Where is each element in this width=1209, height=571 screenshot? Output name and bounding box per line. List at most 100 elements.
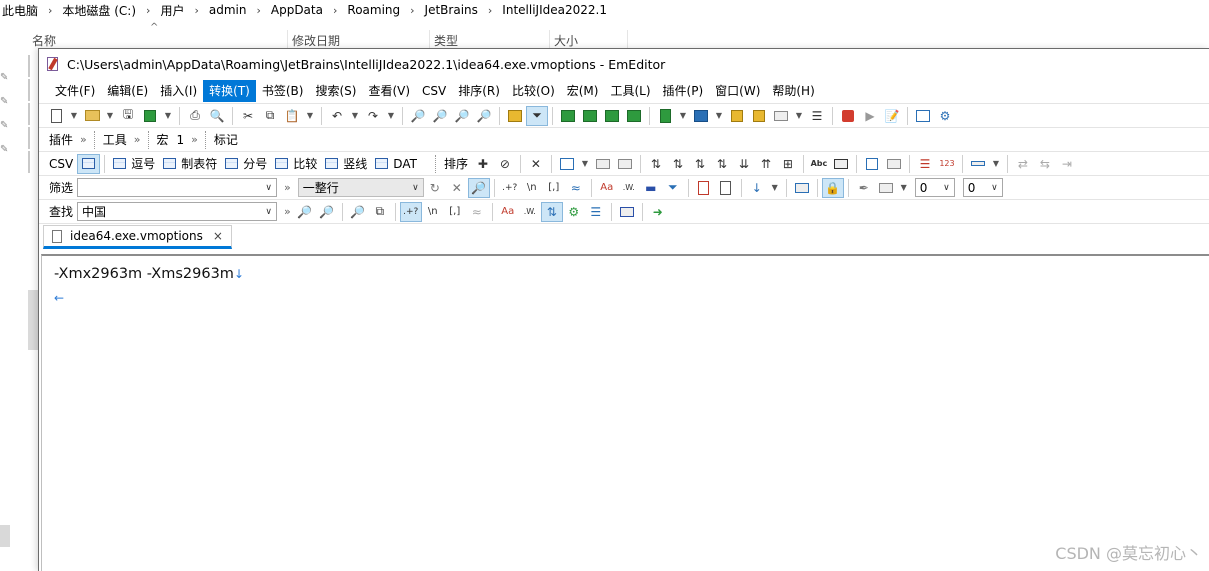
whole-word-toggle[interactable]: .W. [519,202,541,222]
regex-toggle[interactable]: .+? [499,178,521,198]
filter-icon[interactable]: ⏷ [526,105,548,126]
pin-icon[interactable]: ✎ [0,120,12,144]
notepad-icon[interactable]: 📝 [881,106,903,126]
print-preview-icon[interactable]: 🔍 [206,106,228,126]
semicolon-button[interactable]: 分号 [221,154,271,174]
close-icon[interactable]: × [213,229,223,243]
menu-csv[interactable]: CSV [416,80,452,102]
text-editor[interactable]: -Xmx2963m -Xms2963m↓ ← CSDN @莫忘初心丶 [41,254,1209,571]
pipe-button[interactable]: 竖线 [321,154,371,174]
editor-line[interactable]: -Xmx2963m -Xms2963m↓ [42,262,1209,286]
chevron-down-icon[interactable]: ▼ [303,106,317,126]
pin-icon[interactable]: ✎ [0,96,12,120]
find-next-icon[interactable]: 🔎 [294,202,316,222]
chevron-down-icon[interactable]: ▼ [768,178,782,198]
macros-label[interactable]: 宏 [153,130,173,150]
menu-file[interactable]: 文件(F) [49,80,101,102]
spell-check-icon[interactable]: Abc [808,154,830,174]
stop-icon[interactable] [837,106,859,126]
open-folder-icon[interactable] [81,106,103,126]
document-tab[interactable]: idea64.exe.vmoptions × [43,225,232,249]
checklist-icon[interactable] [770,106,792,126]
csv-grid-button[interactable] [77,153,101,174]
save-icon[interactable]: 🖫 [117,106,139,126]
merge-icon[interactable]: ⇥ [1056,154,1078,174]
menu-macros[interactable]: 宏(M) [561,80,605,102]
undo-icon[interactable]: ↶ [326,106,348,126]
sort-az-icon[interactable]: ⇅ [645,154,667,174]
sort-length-desc-icon[interactable]: ⇈ [755,154,777,174]
doc-icon[interactable] [715,178,737,198]
fuzzy-icon[interactable]: ≈ [565,178,587,198]
column-view-icon[interactable] [861,154,883,174]
chevron-right-icon[interactable]: » [281,181,294,194]
scroll-thumb[interactable] [0,525,10,547]
breadcrumb-item[interactable]: AppData [269,3,325,17]
pin-icon[interactable]: ✎ [0,72,12,96]
newline-toggle[interactable]: \n [422,202,444,222]
chevron-right-icon[interactable]: » [188,133,201,146]
macros-number[interactable]: 1 [173,130,189,150]
sort-90-icon[interactable]: ⇅ [711,154,733,174]
list-results-icon[interactable]: ☰ [585,202,607,222]
menu-window[interactable]: 窗口(W) [709,80,766,102]
breadcrumb-item[interactable]: Roaming [345,3,402,17]
chevron-down-icon[interactable]: ▼ [989,154,1003,174]
fuzzy-icon[interactable]: ≈ [466,202,488,222]
pin-icon[interactable]: ✎ [0,144,12,168]
chevron-down-icon[interactable]: ▼ [161,106,175,126]
chevron-right-icon[interactable]: » [131,133,144,146]
csv-button[interactable]: CSV [45,154,77,174]
add-icon[interactable]: ✚ [472,154,494,174]
freeze-icon[interactable] [883,154,905,174]
output-icon[interactable] [616,202,638,222]
whole-word-toggle[interactable]: .W. [618,178,640,198]
find-input[interactable]: 中国 ∨ [77,202,278,221]
menu-bookmarks[interactable]: 书签(B) [256,80,310,102]
sort-length-asc-icon[interactable]: ⇊ [733,154,755,174]
filter-mode-select[interactable]: 一整行 ∨ [297,178,424,197]
remove-column-icon[interactable] [614,154,636,174]
menu-help[interactable]: 帮助(H) [766,80,820,102]
brackets-toggle[interactable]: [,] [543,178,565,198]
compare-button[interactable]: 比较 [271,154,321,174]
insert-column-icon[interactable] [592,154,614,174]
filter-number-select-1[interactable]: 0 ∨ [914,178,955,197]
menu-convert[interactable]: 转换(T) [203,80,256,102]
list-icon[interactable]: ☰ [806,106,828,126]
find-in-files-icon[interactable]: 🔎 [473,106,495,126]
macro-record-icon[interactable] [726,106,748,126]
filter-bar-icon[interactable] [791,178,813,198]
dat-button[interactable]: DAT [371,154,421,174]
refresh-icon[interactable]: ↻ [424,178,446,198]
arrow-down-icon[interactable]: ↓ [746,178,768,198]
chevron-down-icon[interactable]: ▼ [676,106,690,126]
chevron-down-icon[interactable]: ▼ [897,178,911,198]
column-header-type[interactable]: 类型 [430,30,550,50]
menu-view[interactable]: 查看(V) [362,80,416,102]
chevron-down-icon[interactable]: ▼ [712,106,726,126]
find-next-icon[interactable]: 🔎 [429,106,451,126]
chevron-down-icon[interactable]: ▼ [67,106,81,126]
delete-column-icon[interactable]: ⊘ [494,154,516,174]
bookmark-icon[interactable]: ⚙ [563,202,585,222]
export-icon[interactable] [623,106,645,126]
chevron-down-icon[interactable]: ∨ [265,207,272,217]
web-icon[interactable] [690,106,712,126]
tools-icon[interactable]: ✕ [525,154,547,174]
markers-label[interactable]: 标记 [210,130,242,150]
pen-icon[interactable]: ✒ [853,178,875,198]
number-ruler-icon[interactable]: 123 [936,154,958,174]
ruler-icon[interactable] [830,154,852,174]
go-icon[interactable]: ➜ [647,202,669,222]
highlight-icon[interactable] [504,106,526,126]
sort-za-icon[interactable]: ⇅ [667,154,689,174]
plugins-label[interactable]: 插件 [45,130,77,150]
header-row-icon[interactable] [967,154,989,174]
print-icon[interactable]: ⎙ [184,106,206,126]
clear-icon[interactable]: ✕ [446,178,468,198]
filter-input[interactable]: ∨ [77,178,278,197]
play-icon[interactable]: ▶ [859,106,881,126]
breadcrumb-item[interactable]: admin [207,3,249,17]
macro-run-icon[interactable] [748,106,770,126]
